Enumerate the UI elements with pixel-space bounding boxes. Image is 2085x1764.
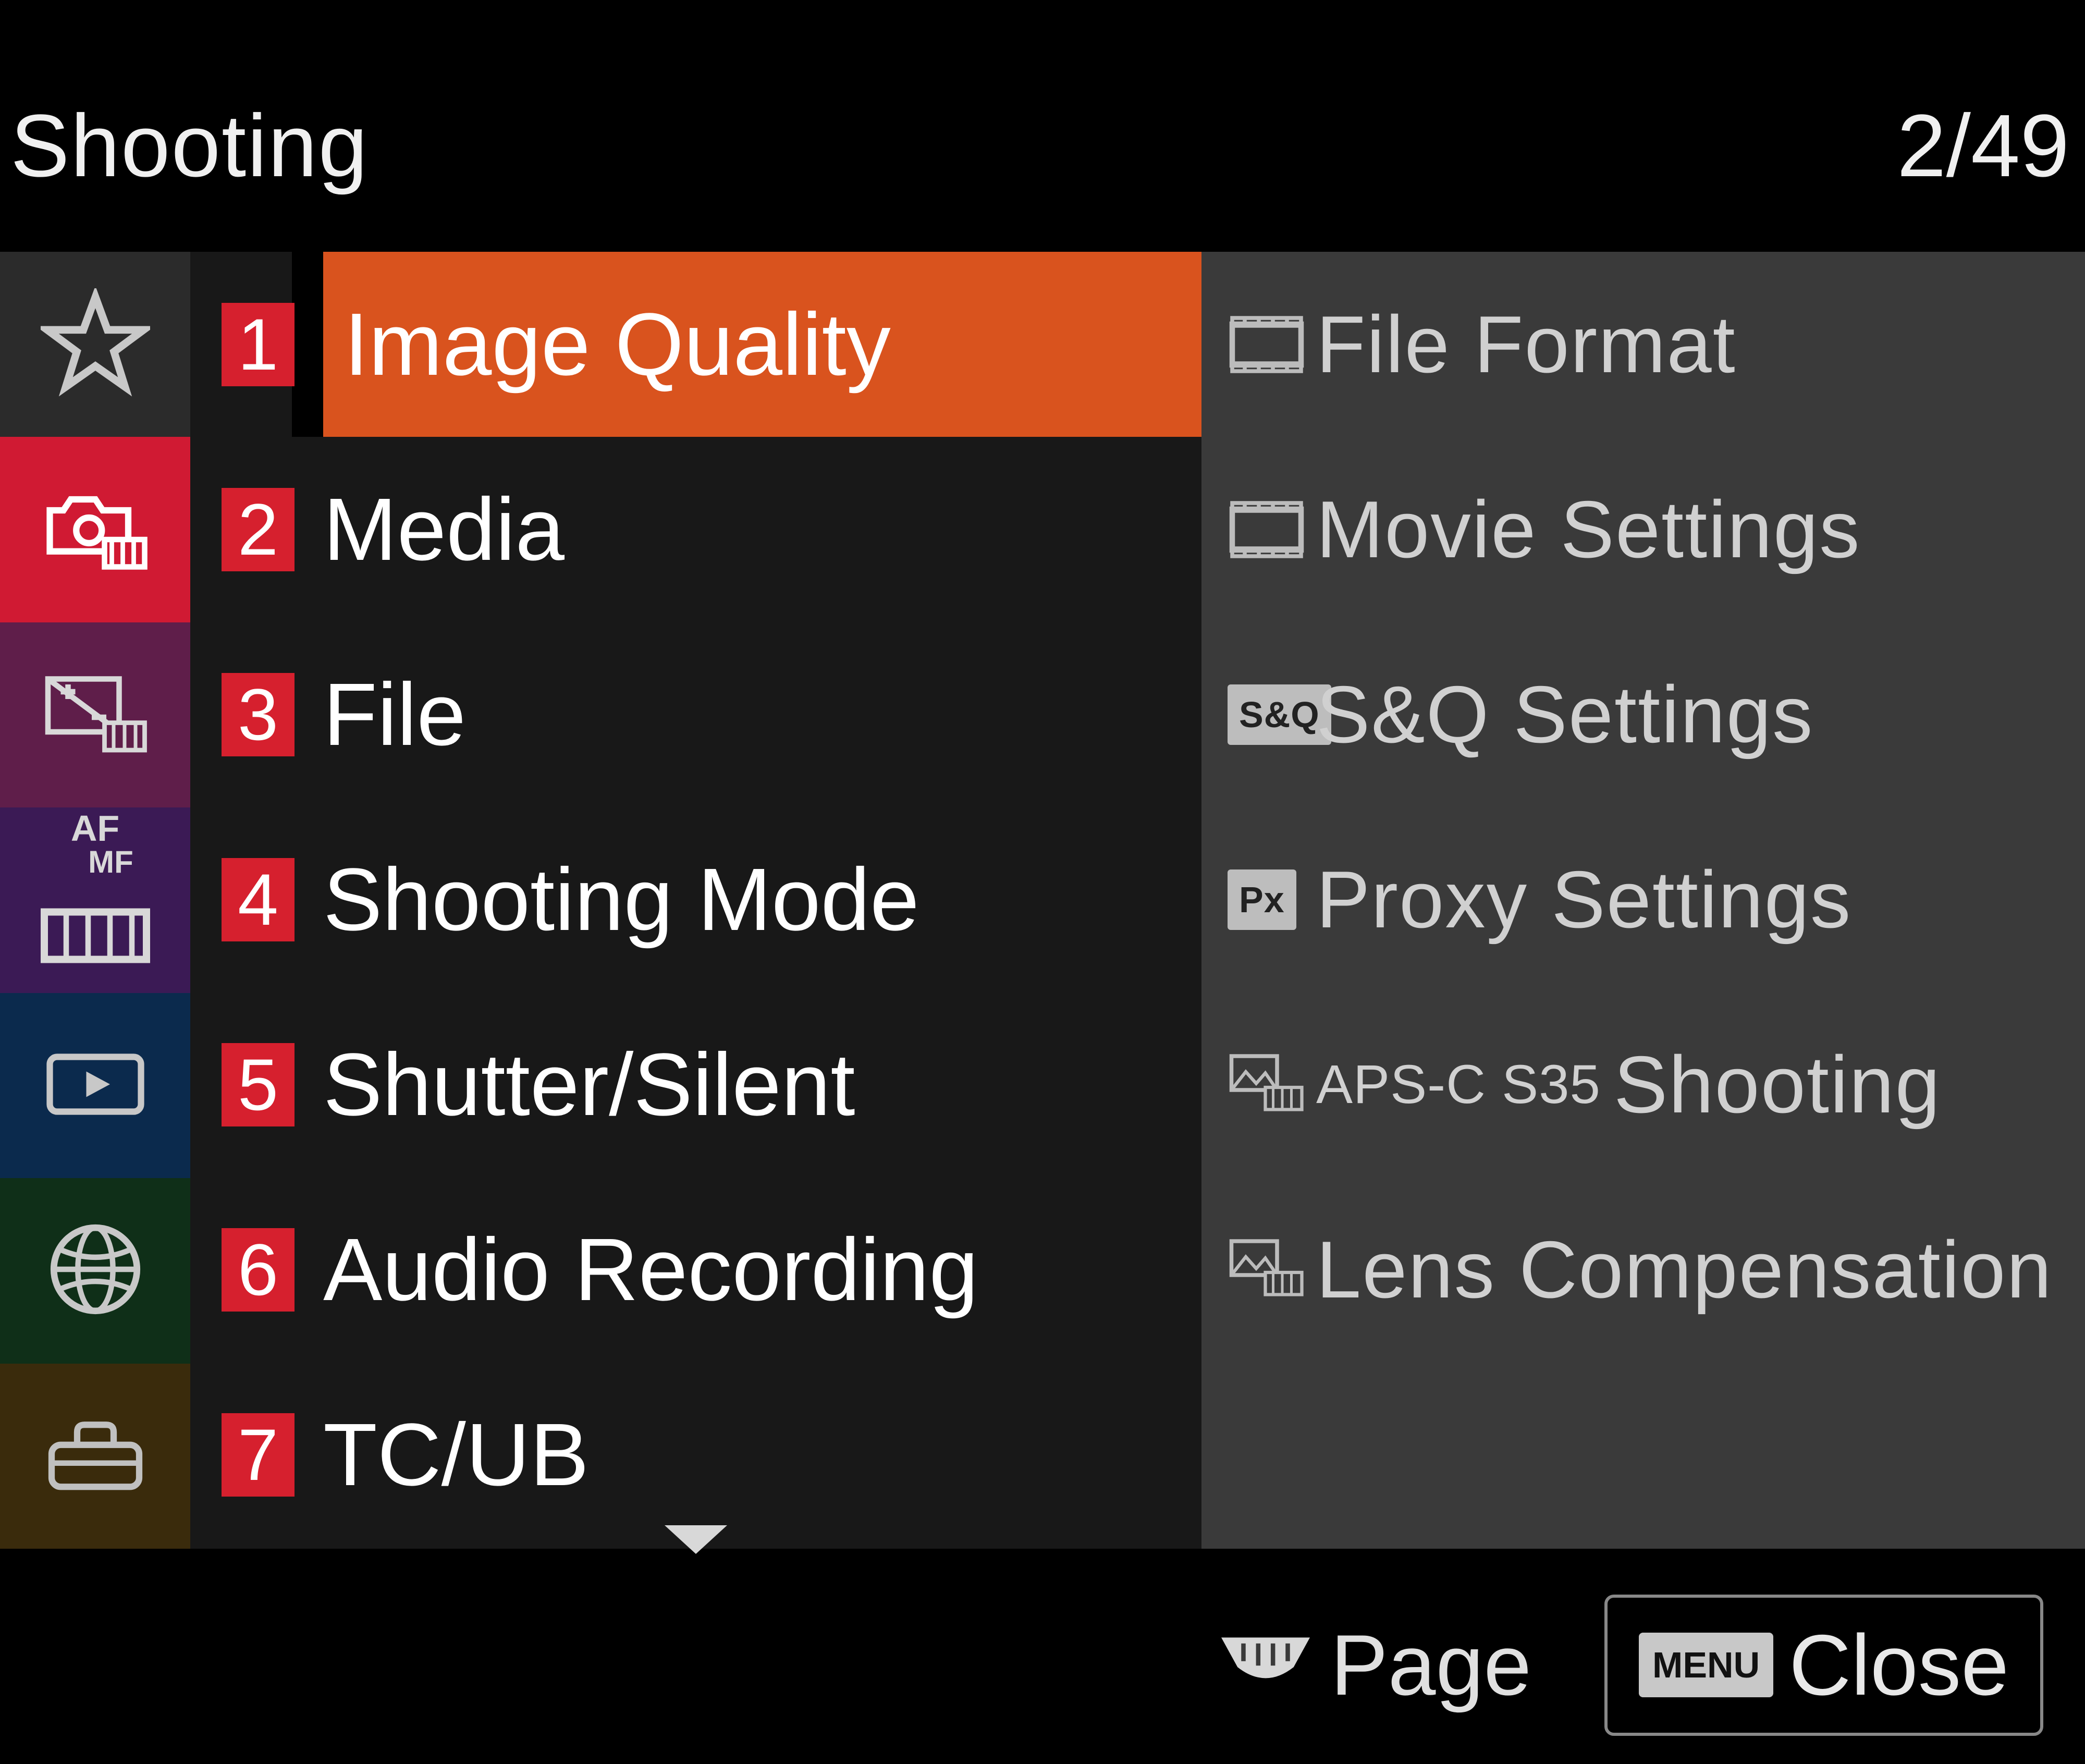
playback-icon (41, 1030, 150, 1142)
exposure-film-icon (41, 659, 150, 771)
category-label: Shutter/Silent (323, 1034, 855, 1136)
network-tab[interactable] (0, 1178, 190, 1363)
af-label: AF (41, 810, 150, 847)
option-apsc-shooting[interactable]: APS-C S35 Shooting (1201, 992, 2085, 1177)
option-label: Proxy Settings (1316, 853, 1851, 946)
category-number: 2 (222, 488, 295, 571)
option-label: Shooting (1614, 1038, 1941, 1131)
playback-tab[interactable] (0, 993, 190, 1178)
category-file[interactable]: 3 File (190, 622, 1201, 807)
category-number: 6 (222, 1228, 295, 1312)
option-label: File Format (1316, 298, 1736, 391)
camera-film-icon (41, 474, 150, 586)
setup-tab[interactable] (0, 1364, 190, 1549)
option-file-format[interactable]: File Format (1201, 252, 2085, 437)
category-audio-recording[interactable]: 6 Audio Recording (190, 1177, 1201, 1362)
option-list: File Format Movie Settings S&Q S&Q Setti… (1201, 252, 2085, 1549)
toolbox-icon (41, 1400, 150, 1512)
camera-menu-screen: Shooting 2/49 (0, 0, 2085, 1764)
px-badge-icon: Px (1228, 869, 1316, 930)
af-mf-film-icon: AF MF (41, 810, 150, 990)
option-movie-settings[interactable]: Movie Settings (1201, 437, 2085, 622)
menu-body: AF MF (0, 252, 2085, 1549)
menu-title: Shooting (10, 95, 369, 197)
category-shooting-mode[interactable]: 4 Shooting Mode (190, 807, 1201, 992)
badge-text: Px (1228, 869, 1296, 930)
globe-icon (41, 1215, 150, 1327)
scroll-down-icon[interactable] (665, 1525, 727, 1554)
category-label: Audio Recording (323, 1219, 978, 1321)
category-number: 4 (222, 858, 295, 941)
category-tc-ub[interactable]: 7 TC/UB (190, 1362, 1201, 1547)
option-label: Movie Settings (1316, 483, 1861, 576)
capture-film-icon (1228, 1236, 1316, 1304)
category-label: Media (323, 479, 565, 581)
menu-badge-icon: MENU (1639, 1633, 1773, 1697)
sidebar-tabs: AF MF (0, 252, 190, 1549)
category-media[interactable]: 2 Media (190, 437, 1201, 622)
option-prefix: APS-C S35 (1316, 1054, 1601, 1116)
category-number: 5 (222, 1043, 295, 1126)
category-label: TC/UB (323, 1404, 589, 1506)
shooting-tab[interactable] (0, 437, 190, 622)
category-label: Shooting Mode (323, 849, 919, 951)
film-icon (1228, 496, 1316, 564)
page-dial-hint: Page (1221, 1616, 1531, 1714)
mf-label: MF (41, 847, 150, 878)
favorites-tab[interactable] (0, 252, 190, 437)
category-label: Image Quality (344, 293, 891, 396)
sq-badge-icon: S&Q (1228, 684, 1316, 745)
category-number: 7 (222, 1413, 295, 1497)
badge-text: S&Q (1228, 684, 1331, 745)
focus-tab[interactable]: AF MF (0, 807, 190, 993)
option-label: S&Q Settings (1316, 668, 1813, 761)
category-image-quality[interactable]: 1 Image Quality (292, 252, 1201, 437)
page-hint-label: Page (1331, 1616, 1531, 1714)
close-label: Close (1789, 1616, 2009, 1714)
film-icon (1228, 311, 1316, 378)
option-lens-compensation[interactable]: Lens Compensation (1201, 1177, 2085, 1362)
category-shutter-silent[interactable]: 5 Shutter/Silent (190, 992, 1201, 1177)
category-number: 3 (222, 673, 295, 756)
exposure-tab[interactable] (0, 622, 190, 807)
header-bar: Shooting 2/49 (0, 89, 2085, 203)
close-button[interactable]: MENU Close (1604, 1595, 2043, 1736)
category-list: 1 Image Quality 2 Media 3 File 4 Shootin… (190, 252, 1201, 1549)
star-icon (41, 288, 150, 400)
option-proxy-settings[interactable]: Px Proxy Settings (1201, 807, 2085, 992)
option-label: Lens Compensation (1316, 1223, 2053, 1316)
capture-film-icon (1228, 1051, 1316, 1119)
category-label: File (323, 664, 466, 766)
option-sq-settings[interactable]: S&Q S&Q Settings (1201, 622, 2085, 807)
category-number: 1 (222, 303, 295, 386)
footer-bar: Page MENU Close (0, 1592, 2085, 1738)
page-counter: 2/49 (1897, 95, 2069, 197)
dial-icon (1221, 1616, 1310, 1714)
